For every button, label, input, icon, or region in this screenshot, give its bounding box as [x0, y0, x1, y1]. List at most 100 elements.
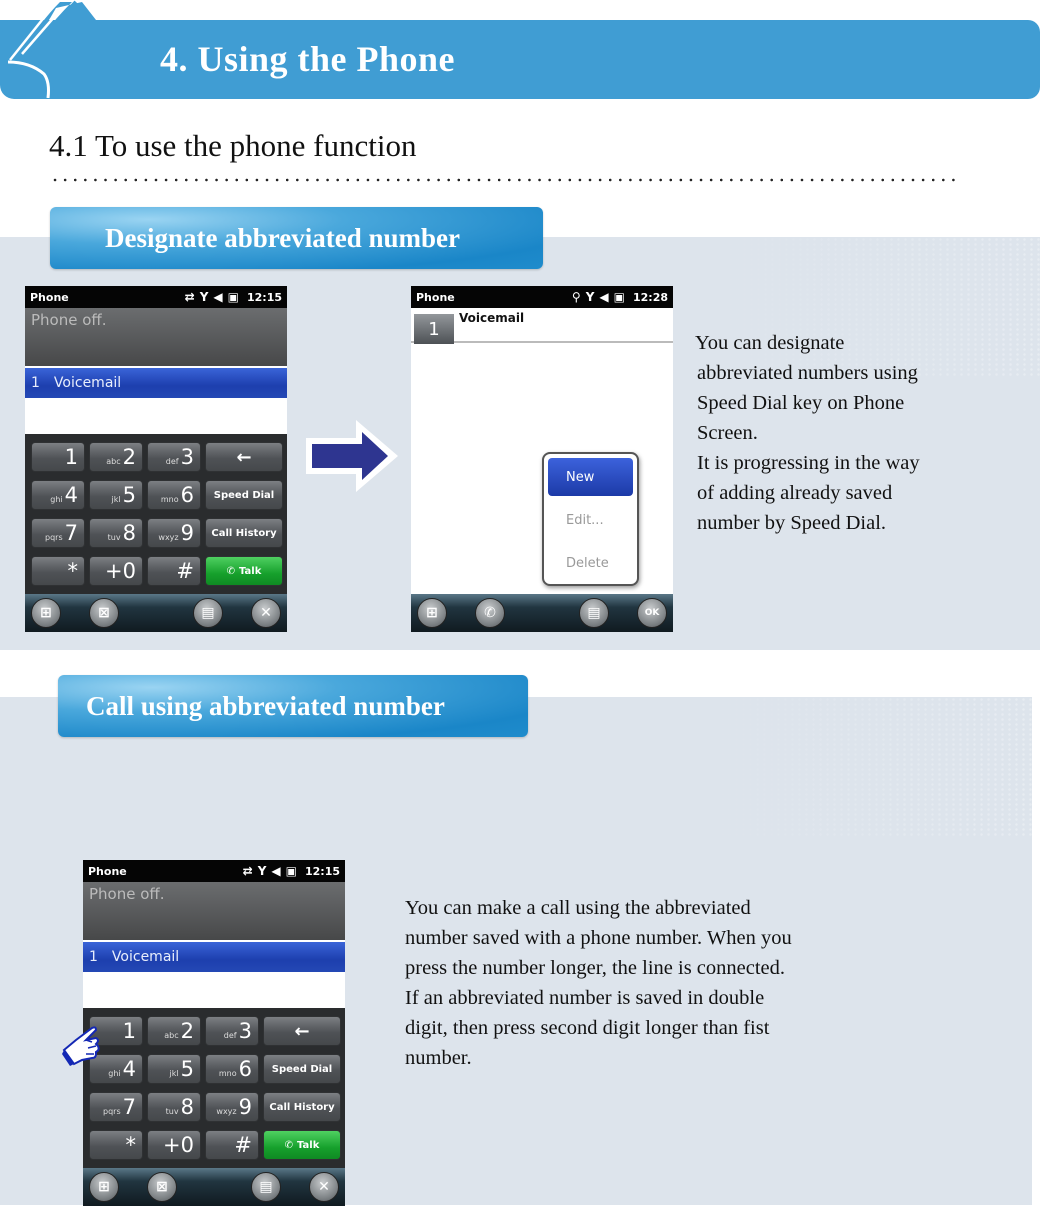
key-5[interactable]: jkl 5 — [89, 480, 143, 510]
signal-icon: Y — [585, 290, 595, 304]
phone-handset-icon: ✆ — [284, 1139, 294, 1151]
pointing-hand-icon — [62, 1026, 100, 1066]
speed-dial-button[interactable]: Speed Dial — [263, 1054, 341, 1084]
talk-button[interactable]: ✆ Talk — [205, 556, 283, 586]
speed-dial-entry[interactable]: 1 Voicemail — [411, 308, 673, 344]
call-history-button[interactable]: Call History — [205, 518, 283, 548]
windows-start-icon[interactable]: ⊞ — [89, 1172, 119, 1202]
key-7[interactable]: pqrs 7 — [31, 518, 85, 548]
clock: 12:28 — [632, 290, 668, 304]
dialpad: 1 abc 2 def 3 ← ghi 4 jkl 5 mno 6 Speed Dial … — [83, 1008, 345, 1168]
status-bar: Phone ⚲ Y ◀ ▣ 12:28 — [411, 286, 673, 308]
speed-dial-entry[interactable]: 1 Voicemail — [83, 942, 345, 972]
keypad-toggle-icon[interactable]: ⊠ — [147, 1172, 177, 1202]
key-9[interactable]: wxyz 9 — [147, 518, 201, 548]
windows-start-icon[interactable]: ⊞ — [31, 598, 61, 628]
soft-key-bar: ⊞ ⊠ ▤ ✕ — [25, 594, 287, 632]
backspace-icon: ← — [236, 446, 252, 468]
key-6[interactable]: mno 6 — [147, 480, 201, 510]
status-bar: Phone ⇄ Y ◀ ▣ 12:15 — [83, 860, 345, 882]
battery-icon: ▣ — [227, 290, 239, 304]
entry-name: Voicemail — [111, 949, 180, 965]
backspace-icon: ← — [294, 1020, 310, 1042]
menu-icon[interactable]: ▤ — [579, 598, 609, 628]
key-hash[interactable]: # — [147, 556, 201, 586]
key-4[interactable]: ghi 4 — [31, 480, 85, 510]
key-2[interactable]: abc 2 — [147, 1016, 201, 1046]
key-star[interactable]: * — [31, 556, 85, 586]
phone-status-text: Phone off. — [83, 882, 345, 940]
phone-status-text: Phone off. — [25, 308, 287, 366]
soft-key-bar: ⊞ ✆ ▤ OK — [411, 594, 673, 632]
phone-screen-speed-dial: Phone ⚲ Y ◀ ▣ 12:28 1 Voicemail New Edit… — [411, 286, 673, 632]
chapter-header-bar — [0, 20, 1040, 99]
volume-icon: ◀ — [271, 864, 281, 878]
key-0[interactable]: +0 — [89, 556, 143, 586]
speed-dial-entry[interactable]: 1 Voicemail — [25, 368, 287, 398]
speed-dial-number: 1 — [414, 314, 454, 344]
menu-icon[interactable]: ▤ — [193, 598, 223, 628]
key-2[interactable]: abc 2 — [89, 442, 143, 472]
key-star[interactable]: * — [89, 1130, 143, 1160]
ok-button[interactable]: OK — [637, 598, 667, 628]
designate-description: You can designate abbreviated numbers us… — [695, 332, 920, 534]
volume-icon: ◀ — [213, 290, 223, 304]
key-8[interactable]: tuv 8 — [89, 518, 143, 548]
context-menu: New Edit... Delete — [542, 452, 639, 586]
key-hash[interactable]: # — [205, 1130, 259, 1160]
entry-number: 1 — [89, 949, 98, 965]
signal-icon: Y — [257, 864, 267, 878]
backspace-key[interactable]: ← — [205, 442, 283, 472]
soft-key-bar: ⊞ ⊠ ▤ ✕ — [83, 1168, 345, 1206]
entry-name: Voicemail — [53, 375, 122, 391]
key-8[interactable]: tuv 8 — [147, 1092, 201, 1122]
call-history-button[interactable]: Call History — [263, 1092, 341, 1122]
chapter-title: 4. Using the Phone — [160, 39, 456, 79]
menu-icon[interactable]: ▤ — [251, 1172, 281, 1202]
speed-dial-button[interactable]: Speed Dial — [205, 480, 283, 510]
app-name: Phone — [416, 290, 455, 304]
phone-handset-icon: ✆ — [226, 565, 236, 577]
talk-button[interactable]: ✆ Talk — [263, 1130, 341, 1160]
keypad-toggle-icon[interactable]: ⊠ — [89, 598, 119, 628]
dotted-divider — [50, 176, 960, 184]
connection-icon: ⚲ — [571, 290, 581, 304]
page-curl-logo-icon — [2, 0, 100, 99]
phone-screen-dialpad-call: Phone ⇄ Y ◀ ▣ 12:15 Phone off. 1 Voicema… — [83, 860, 345, 1206]
key-0[interactable]: +0 — [147, 1130, 201, 1160]
right-arrow-icon — [306, 420, 398, 492]
backspace-key[interactable]: ← — [263, 1016, 341, 1046]
key-3[interactable]: def 3 — [205, 1016, 259, 1046]
sync-icon: ⇄ — [184, 290, 195, 304]
entry-number: 1 — [31, 375, 40, 391]
menu-item-new[interactable]: New — [548, 458, 633, 496]
clock: 12:15 — [304, 864, 340, 878]
clock: 12:15 — [246, 290, 282, 304]
app-name: Phone — [30, 290, 69, 304]
phone-screen-dialpad: Phone ⇄ Y ◀ ▣ 12:15 Phone off. 1 Voicema… — [25, 286, 287, 632]
key-5[interactable]: jkl 5 — [147, 1054, 201, 1084]
call-section-tag: Call using abbreviated number — [58, 675, 528, 737]
call-description: You can make a call using the abbreviate… — [405, 897, 792, 1069]
status-bar: Phone ⇄ Y ◀ ▣ 12:15 — [25, 286, 287, 308]
battery-icon: ▣ — [285, 864, 297, 878]
key-1[interactable]: 1 — [31, 442, 85, 472]
battery-icon: ▣ — [613, 290, 625, 304]
dialpad: 1 abc 2 def 3 ← ghi 4 jkl 5 mno 6 Speed Dial … — [25, 434, 287, 594]
close-icon[interactable]: ✕ — [251, 598, 281, 628]
close-icon[interactable]: ✕ — [309, 1172, 339, 1202]
key-6[interactable]: mno 6 — [205, 1054, 259, 1084]
designate-section-tag: Designate abbreviated number — [50, 207, 543, 269]
key-7[interactable]: pqrs 7 — [89, 1092, 143, 1122]
sync-icon: ⇄ — [242, 864, 253, 878]
section-title: 4.1 To use the phone function — [49, 128, 417, 163]
app-name: Phone — [88, 864, 127, 878]
key-9[interactable]: wxyz 9 — [205, 1092, 259, 1122]
windows-start-icon[interactable]: ⊞ — [417, 598, 447, 628]
key-3[interactable]: def 3 — [147, 442, 201, 472]
menu-item-delete[interactable]: Delete — [548, 544, 633, 582]
speed-dial-name: Voicemail — [459, 311, 525, 325]
volume-icon: ◀ — [599, 290, 609, 304]
menu-item-edit[interactable]: Edit... — [548, 501, 633, 539]
phone-handset-icon[interactable]: ✆ — [475, 598, 505, 628]
